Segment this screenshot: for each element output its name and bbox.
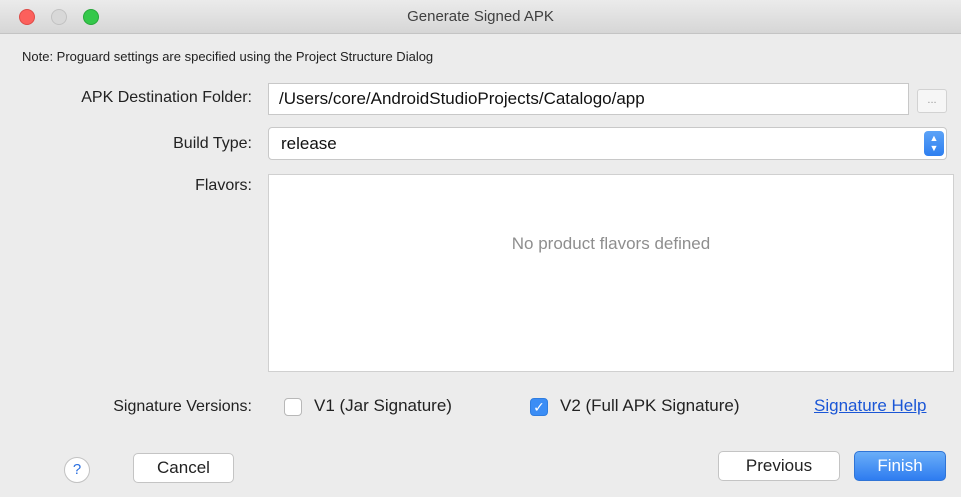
v2-signature-label[interactable]: V2 (Full APK Signature): [560, 396, 740, 416]
v2-signature-checkbox[interactable]: ✓: [530, 398, 548, 416]
browse-folder-button[interactable]: ...: [917, 89, 947, 113]
window-title: Generate Signed APK: [407, 8, 554, 25]
flavors-label: Flavors:: [195, 177, 252, 194]
build-type-select[interactable]: release ▲ ▼: [268, 127, 947, 160]
previous-button[interactable]: Previous: [718, 451, 840, 481]
proguard-note: Note: Proguard settings are specified us…: [22, 49, 434, 64]
finish-button[interactable]: Finish: [854, 451, 946, 481]
v1-signature-checkbox[interactable]: [284, 398, 302, 416]
destination-folder-label: APK Destination Folder:: [81, 89, 252, 106]
flavors-empty-text: No product flavors defined: [511, 234, 711, 253]
build-type-label: Build Type:: [173, 135, 252, 152]
cancel-button[interactable]: Cancel: [133, 453, 234, 483]
checkmark-icon: ✓: [533, 399, 545, 415]
signature-help-link[interactable]: Signature Help: [814, 396, 926, 416]
destination-folder-input[interactable]: /Users/core/AndroidStudioProjects/Catalo…: [268, 83, 909, 115]
build-type-value: release: [281, 134, 337, 153]
help-button[interactable]: ?: [64, 457, 90, 483]
signature-versions-label: Signature Versions:: [113, 398, 252, 415]
title-bar: Generate Signed APK: [0, 0, 961, 34]
v1-signature-label[interactable]: V1 (Jar Signature): [314, 396, 452, 416]
flavors-list[interactable]: No product flavors defined: [268, 174, 954, 372]
up-down-arrows-icon: ▲ ▼: [924, 131, 944, 156]
